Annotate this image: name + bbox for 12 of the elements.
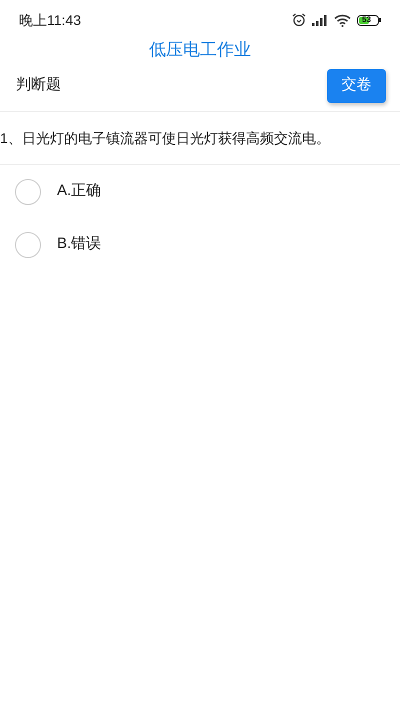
section-label: 判断题 bbox=[16, 75, 61, 96]
option-label[interactable]: A.正确 bbox=[57, 180, 102, 203]
alarm-clock-icon bbox=[292, 13, 306, 27]
question-text: 1、日光灯的电子镇流器可使日光灯获得高频交流电。 bbox=[0, 128, 330, 148]
wifi-icon bbox=[334, 14, 351, 26]
radio-button[interactable] bbox=[15, 178, 41, 204]
option-label[interactable]: B.错误 bbox=[57, 233, 102, 256]
status-time: 晚上11:43 bbox=[19, 10, 81, 30]
signal-icon bbox=[312, 14, 328, 26]
page-title: 低压电工作业 bbox=[149, 39, 251, 62]
submit-button[interactable]: 交卷 bbox=[327, 68, 386, 102]
radio-button[interactable] bbox=[15, 232, 41, 258]
